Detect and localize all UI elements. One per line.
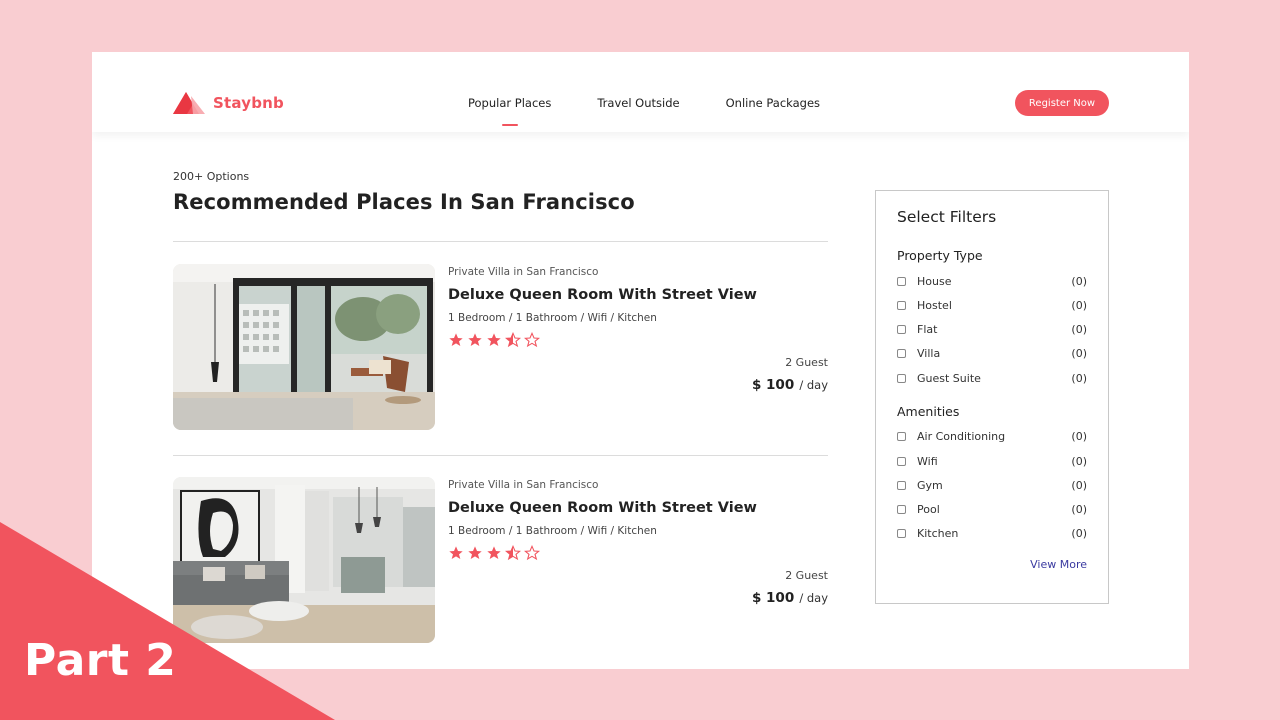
filter-label: Flat <box>917 322 938 336</box>
view-more-link[interactable]: View More <box>1030 558 1087 571</box>
listing-features: 1 Bedroom / 1 Bathroom / Wifi / Kitchen <box>448 312 657 324</box>
listing-photo[interactable] <box>173 477 435 643</box>
options-count: 200+ Options <box>173 170 250 183</box>
listing-photo[interactable] <box>173 264 435 430</box>
filter-option-guest-suite[interactable]: Guest Suite (0) <box>897 370 1087 386</box>
filter-count: (0) <box>1071 454 1087 468</box>
checkbox[interactable] <box>897 348 906 358</box>
filter-label: Wifi <box>917 454 938 468</box>
listing-type: Private Villa in San Francisco <box>448 479 599 491</box>
star-full-icon <box>449 333 463 346</box>
price-value: $ 100 <box>751 377 795 393</box>
star-half-icon <box>505 332 521 348</box>
main-nav: Popular Places Travel Outside Online Pac… <box>468 96 866 110</box>
logo[interactable]: Staybnb <box>173 90 284 116</box>
star-empty-icon <box>524 545 540 561</box>
checkbox[interactable] <box>897 324 906 334</box>
brand-name: Staybnb <box>213 94 284 112</box>
filter-option-hostel[interactable]: Hostel (0) <box>897 297 1087 313</box>
corner-badge-text: Part 2 <box>24 635 177 686</box>
listing-title[interactable]: Deluxe Queen Room With Street View <box>448 287 757 303</box>
checkbox[interactable] <box>897 528 906 538</box>
price: $ 100 / day <box>752 587 828 606</box>
header: Staybnb Popular Places Travel Outside On… <box>92 52 1189 132</box>
filter-option-flat[interactable]: Flat (0) <box>897 321 1087 337</box>
price: $ 100 / day <box>752 374 828 393</box>
price-unit: / day <box>799 378 828 392</box>
filter-option-kitchen[interactable]: Kitchen (0) <box>897 525 1087 541</box>
filter-count: (0) <box>1071 322 1087 336</box>
listing-card[interactable]: Private Villa in San Francisco Deluxe Qu… <box>173 264 828 430</box>
filter-label: Hostel <box>917 298 952 312</box>
star-full-icon <box>449 546 463 559</box>
star-full-icon <box>487 546 501 559</box>
listing-features: 1 Bedroom / 1 Bathroom / Wifi / Kitchen <box>448 525 657 537</box>
filter-option-villa[interactable]: Villa (0) <box>897 345 1087 361</box>
checkbox[interactable] <box>897 431 906 441</box>
checkbox[interactable] <box>897 480 906 490</box>
listing-title[interactable]: Deluxe Queen Room With Street View <box>448 500 757 516</box>
checkbox[interactable] <box>897 456 906 466</box>
star-full-icon <box>468 333 482 346</box>
nav-travel-outside[interactable]: Travel Outside <box>597 96 679 110</box>
listing-info: Private Villa in San Francisco Deluxe Qu… <box>448 264 828 430</box>
filters-panel: Select Filters Property Type House (0) H… <box>875 190 1109 604</box>
filter-group-title-property-type: Property Type <box>897 248 983 263</box>
star-full-icon <box>468 546 482 559</box>
filter-option-pool[interactable]: Pool (0) <box>897 501 1087 517</box>
filter-count: (0) <box>1071 429 1087 443</box>
nav-popular-places[interactable]: Popular Places <box>468 96 551 110</box>
checkbox[interactable] <box>897 276 906 286</box>
page-title: Recommended Places In San Francisco <box>173 190 635 214</box>
filter-label: Gym <box>917 478 943 492</box>
logo-triangle-icon <box>173 90 207 116</box>
checkbox[interactable] <box>897 504 906 514</box>
price-unit: / day <box>799 591 828 605</box>
filter-count: (0) <box>1071 502 1087 516</box>
star-empty-icon <box>524 332 540 348</box>
filter-option-gym[interactable]: Gym (0) <box>897 477 1087 493</box>
filter-group-title-amenities: Amenities <box>897 404 960 419</box>
filter-label: Villa <box>917 346 941 360</box>
rating-stars <box>448 332 543 348</box>
divider <box>173 455 828 456</box>
filter-count: (0) <box>1071 526 1087 540</box>
listing-card[interactable]: Private Villa in San Francisco Deluxe Qu… <box>173 477 828 643</box>
filter-label: House <box>917 274 952 288</box>
checkbox[interactable] <box>897 373 906 383</box>
filter-count: (0) <box>1071 371 1087 385</box>
guest-count: 2 Guest <box>785 356 828 369</box>
filter-count: (0) <box>1071 346 1087 360</box>
register-button[interactable]: Register Now <box>1015 90 1109 116</box>
filter-count: (0) <box>1071 298 1087 312</box>
filter-label: Air Conditioning <box>917 429 1006 443</box>
filter-label: Pool <box>917 502 940 516</box>
listing-type: Private Villa in San Francisco <box>448 266 599 278</box>
rating-stars <box>448 545 543 561</box>
filter-count: (0) <box>1071 478 1087 492</box>
filter-label: Guest Suite <box>917 371 981 385</box>
price-value: $ 100 <box>751 590 795 606</box>
filter-label: Kitchen <box>917 526 959 540</box>
nav-online-packages[interactable]: Online Packages <box>726 96 820 110</box>
filter-option-wifi[interactable]: Wifi (0) <box>897 453 1087 469</box>
listing-info: Private Villa in San Francisco Deluxe Qu… <box>448 477 828 643</box>
filters-title: Select Filters <box>897 208 997 226</box>
star-half-icon <box>505 545 521 561</box>
star-full-icon <box>487 333 501 346</box>
filter-option-house[interactable]: House (0) <box>897 273 1087 289</box>
page-container: Staybnb Popular Places Travel Outside On… <box>92 52 1189 669</box>
filter-option-air-conditioning[interactable]: Air Conditioning (0) <box>897 428 1087 444</box>
checkbox[interactable] <box>897 300 906 310</box>
guest-count: 2 Guest <box>785 569 828 582</box>
divider <box>173 241 828 242</box>
filter-count: (0) <box>1071 274 1087 288</box>
